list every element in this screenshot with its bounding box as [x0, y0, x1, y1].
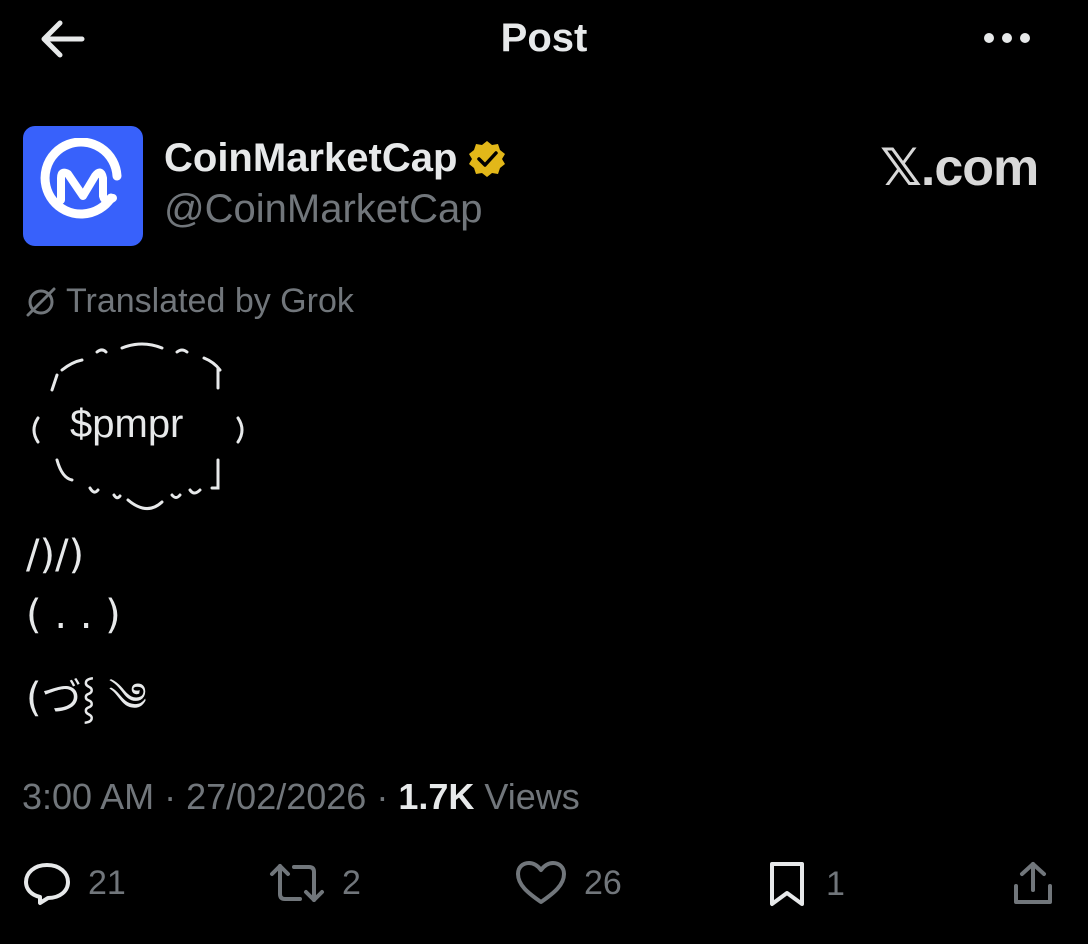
author-name-row: CoinMarketCap: [164, 136, 507, 181]
author-name[interactable]: CoinMarketCap: [164, 136, 457, 181]
more-options-button[interactable]: [978, 16, 1036, 60]
x-com-watermark: 𝕏.com: [880, 139, 1039, 197]
reply-button[interactable]: 21: [22, 860, 126, 906]
kaomoji-line-ears: /)/): [26, 532, 85, 578]
top-bar: Post: [0, 0, 1088, 80]
more-horizontal-icon: [984, 33, 1030, 43]
reply-icon: [24, 863, 70, 905]
reply-count: 21: [88, 863, 126, 902]
arrow-left-icon: [41, 20, 85, 58]
author-handle[interactable]: @CoinMarketCap: [164, 187, 507, 232]
post-ticker[interactable]: $pmpr: [70, 402, 183, 447]
page-title: Post: [500, 16, 588, 60]
repost-button[interactable]: 2: [268, 860, 361, 906]
meta-separator: ·: [376, 776, 389, 817]
coinmarketcap-logo-icon: [40, 138, 122, 219]
like-count: 26: [584, 863, 622, 902]
post-meta: 3:00 AM · 27/02/2026 · 1.7K Views: [22, 776, 580, 818]
back-button[interactable]: [34, 14, 90, 64]
kaomoji-line-body: (づ⸾ ༄: [26, 675, 147, 721]
share-icon: [1014, 862, 1052, 904]
meta-separator: ·: [164, 776, 177, 817]
views-label: Views: [484, 776, 580, 817]
translation-notice[interactable]: Translated by Grok: [24, 282, 354, 321]
avatar[interactable]: [23, 126, 143, 246]
kaomoji-line-face: ( . . ): [26, 592, 121, 638]
share-button[interactable]: [1010, 860, 1056, 908]
translation-label: Translated by Grok: [66, 282, 354, 320]
gold-verified-badge-icon: [469, 140, 506, 177]
post-time: 3:00 AM: [22, 776, 155, 817]
post-date: 27/02/2026: [186, 776, 367, 817]
translate-off-icon: [26, 287, 56, 316]
action-bar: 21 2 26 1: [0, 852, 1088, 922]
bookmark-count: 1: [826, 864, 845, 903]
views-count[interactable]: 1.7K: [398, 776, 474, 817]
repost-count: 2: [342, 863, 361, 902]
bookmark-button[interactable]: 1: [764, 860, 845, 908]
repost-icon: [270, 864, 324, 902]
heart-icon: [516, 861, 566, 904]
like-button[interactable]: 26: [514, 860, 622, 906]
bookmark-icon: [770, 862, 804, 906]
author-block: CoinMarketCap @CoinMarketCap: [164, 136, 507, 232]
